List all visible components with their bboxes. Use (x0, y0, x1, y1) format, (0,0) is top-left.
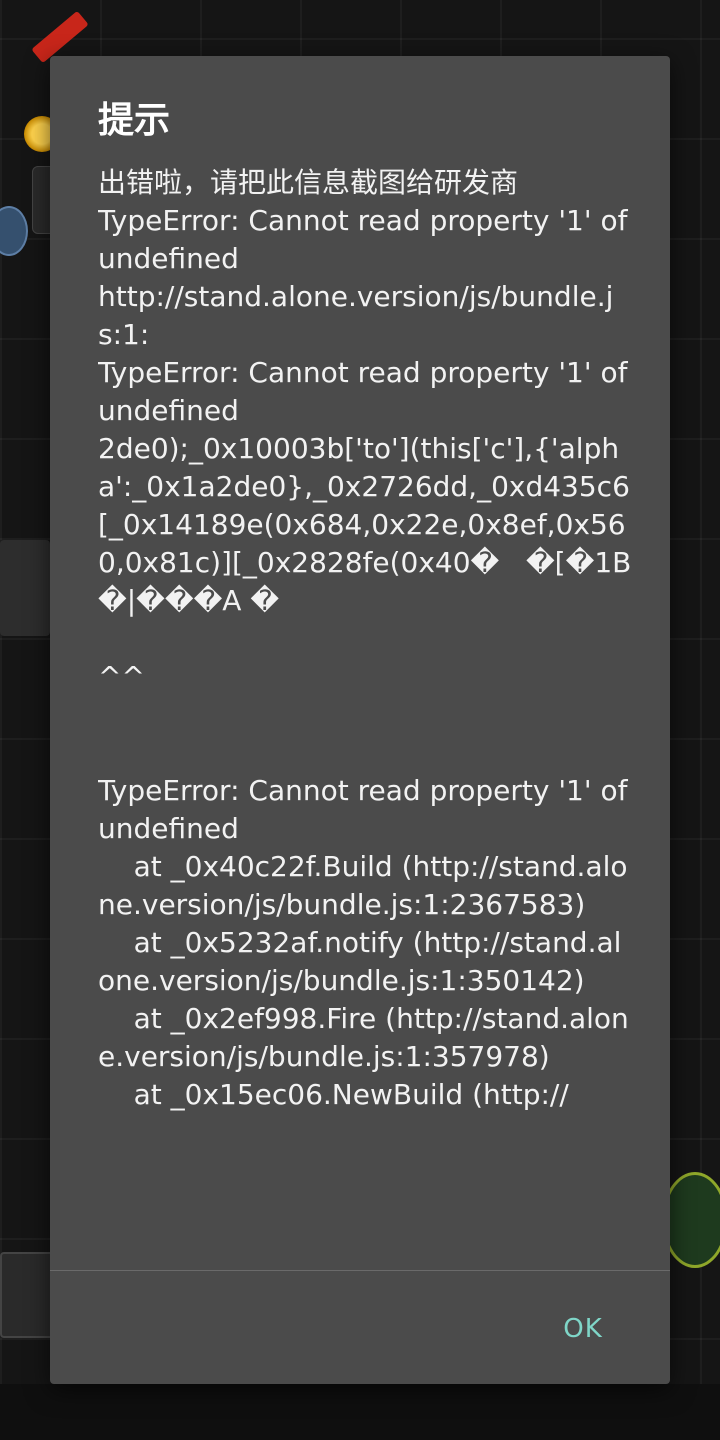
ok-button[interactable]: OK (538, 1304, 628, 1354)
bottom-bar (0, 1384, 720, 1440)
dialog-divider (50, 1270, 670, 1271)
green-emblem-icon (662, 1172, 720, 1268)
error-message: 出错啦，请把此信息截图给研发商 TypeError: Cannot read p… (98, 166, 632, 1111)
dialog-title: 提示 (98, 100, 171, 141)
side-tab-decoration (0, 540, 50, 636)
card-decoration (0, 1252, 54, 1338)
badge-icon (0, 206, 28, 256)
dialog-message-scroll[interactable]: 出错啦，请把此信息截图给研发商 TypeError: Cannot read p… (98, 164, 634, 1270)
error-dialog: 提示 出错啦，请把此信息截图给研发商 TypeError: Cannot rea… (50, 56, 670, 1384)
